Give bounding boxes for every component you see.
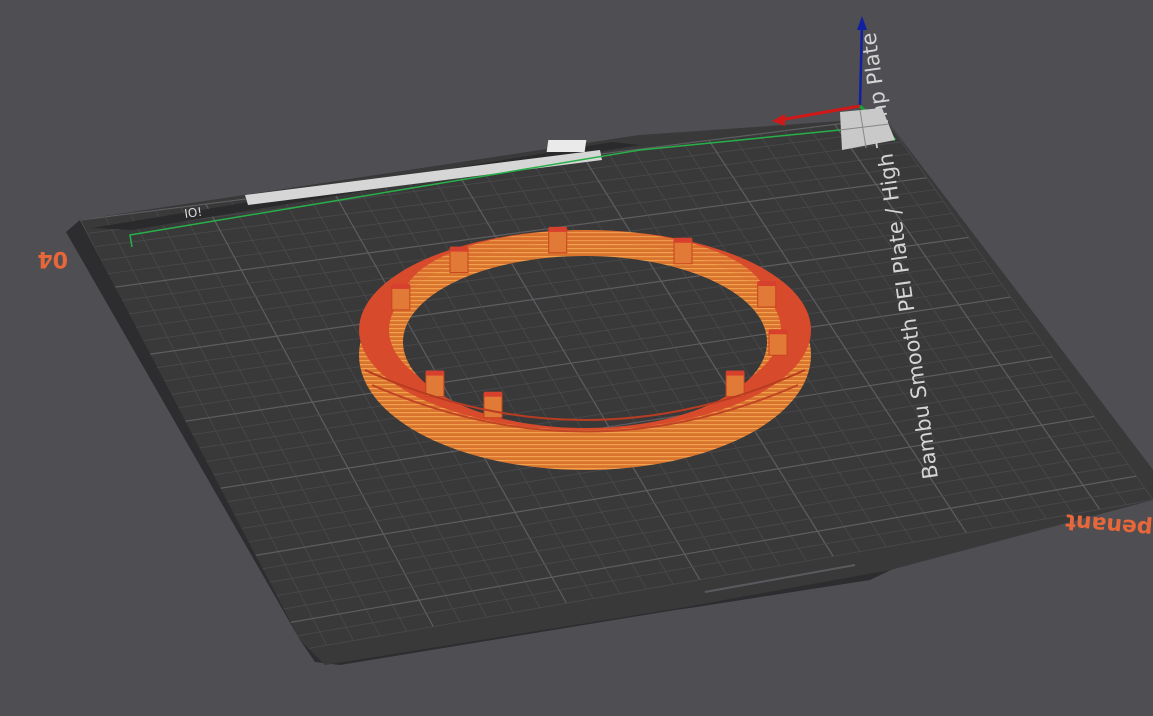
ring-tab-top: [674, 237, 692, 243]
ring-tab: [673, 239, 693, 265]
scene-canvas[interactable]: IO! Bambu Smooth PEI Plate / High Temp P…: [0, 0, 1153, 716]
ring-tab-top: [548, 226, 567, 232]
plate-partial-label: penant: [1064, 508, 1153, 541]
ring-tab: [449, 248, 469, 274]
ring-tab-top: [450, 246, 469, 252]
ring-tab-top: [769, 329, 788, 335]
qr-code-icon: [546, 140, 587, 152]
ring-tab-top: [483, 391, 502, 397]
ring-tab-top: [425, 370, 444, 376]
ring-tab: [725, 372, 745, 398]
bambu-logo-icon: IO!: [183, 205, 203, 221]
ring-tab-top: [391, 283, 410, 289]
ring-tab: [391, 285, 411, 311]
ring-tab: [757, 282, 777, 308]
plate-number-label: 04: [37, 246, 68, 271]
ring-tab: [425, 372, 445, 398]
ring-tab: [548, 228, 568, 254]
ring-tab-top: [757, 281, 776, 287]
ring-tab: [483, 393, 503, 419]
3d-viewport[interactable]: IO! Bambu Smooth PEI Plate / High Temp P…: [0, 0, 1153, 716]
ring-tab-top: [726, 370, 745, 376]
ring-tab: [768, 330, 788, 356]
